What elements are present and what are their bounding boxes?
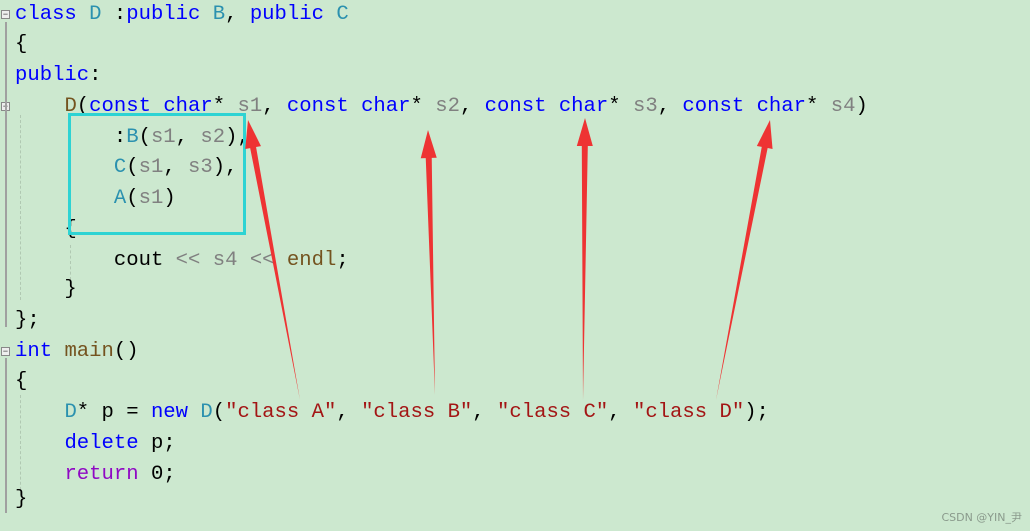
red-arrow	[245, 120, 300, 400]
red-arrow	[420, 130, 437, 395]
red-arrow	[716, 120, 773, 400]
annotation-arrows	[245, 118, 773, 400]
watermark: CSDN @YIN_尹	[941, 511, 1022, 524]
red-arrow	[576, 118, 593, 400]
